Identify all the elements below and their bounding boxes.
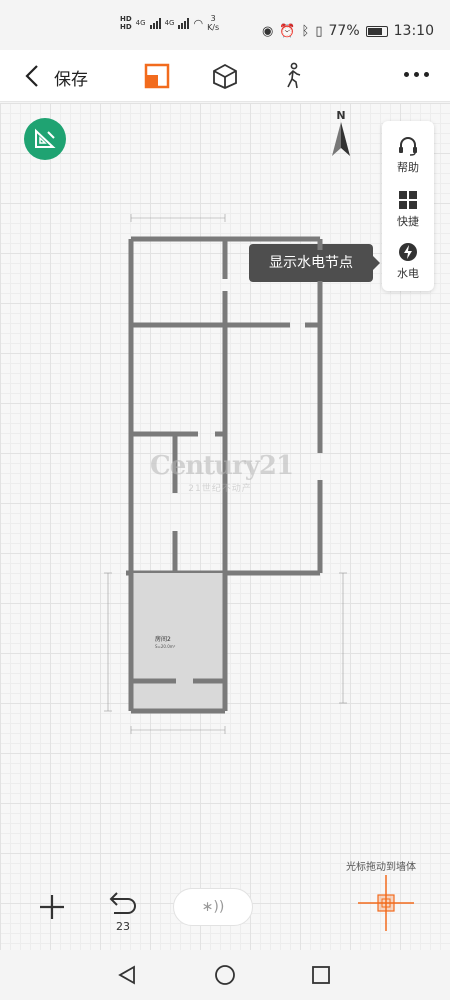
drag-hint: 光标拖动到墙体 xyxy=(346,862,416,873)
bluetooth-signal-icon: ∗)) xyxy=(201,899,225,915)
hd-indicator: HD HD xyxy=(120,15,132,31)
room-area: S=20.0m² xyxy=(155,644,176,649)
room-2-fill xyxy=(131,573,225,711)
status-bar: HD HD 4G 4G ◠ 3 K/s ◉ ⏰ ᛒ ▯ 77% 13:10 xyxy=(0,0,450,50)
status-bar-left: HD HD 4G 4G ◠ 3 K/s xyxy=(120,14,219,32)
system-nav-bar xyxy=(0,950,450,1000)
battery-percent: 77% xyxy=(328,23,360,39)
eye-icon: ◉ xyxy=(262,23,274,39)
watermark-brand: Century21 xyxy=(150,451,294,481)
walls xyxy=(126,236,323,576)
nav-recents-icon[interactable] xyxy=(310,964,332,986)
alarm-icon: ⏰ xyxy=(279,23,296,39)
clock: 13:10 xyxy=(393,23,434,39)
signal-icon xyxy=(149,17,161,29)
network-type-2: 4G xyxy=(164,19,175,27)
battery-icon xyxy=(365,25,388,37)
vibrate-icon: ▯ xyxy=(315,23,323,39)
undo-icon xyxy=(109,892,136,914)
crosshair-cursor-icon[interactable] xyxy=(356,873,416,933)
network-type-1: 4G xyxy=(135,19,146,27)
undo-count: 23 xyxy=(116,920,130,933)
network-speed: 3 K/s xyxy=(207,14,220,32)
more-icon[interactable] xyxy=(404,72,429,77)
century21-watermark: Century21 21世纪不动产 xyxy=(150,451,294,494)
add-icon[interactable] xyxy=(38,893,66,921)
signal-icon-2 xyxy=(178,17,190,29)
save-button[interactable]: 保存 xyxy=(54,65,88,90)
nav-back-icon[interactable] xyxy=(116,964,138,986)
wifi-icon: ◠ xyxy=(193,16,204,30)
status-bar-right: ◉ ⏰ ᛒ ▯ 77% 13:10 xyxy=(262,23,434,39)
undo-button[interactable]: 23 xyxy=(106,890,140,935)
room-name: 房间2 xyxy=(155,636,171,643)
floorplan-canvas[interactable]: N 帮助 快捷 水电 显示水电节点 Century21 21世纪不动产 房间2 … xyxy=(0,103,450,950)
bluetooth-icon: ᛒ xyxy=(301,23,310,39)
watermark-tagline: 21世纪不动产 xyxy=(188,484,252,494)
cube-3d-icon[interactable] xyxy=(211,62,239,90)
back-arrow-icon[interactable] xyxy=(20,62,48,90)
top-toolbar: 保存 xyxy=(0,50,450,102)
nav-home-icon[interactable] xyxy=(214,964,236,986)
walk-person-icon[interactable] xyxy=(279,62,307,90)
floorplan-drawing xyxy=(104,214,347,734)
bluetooth-button[interactable]: ∗)) xyxy=(173,888,253,926)
floorplan-2d-icon[interactable] xyxy=(143,62,171,90)
